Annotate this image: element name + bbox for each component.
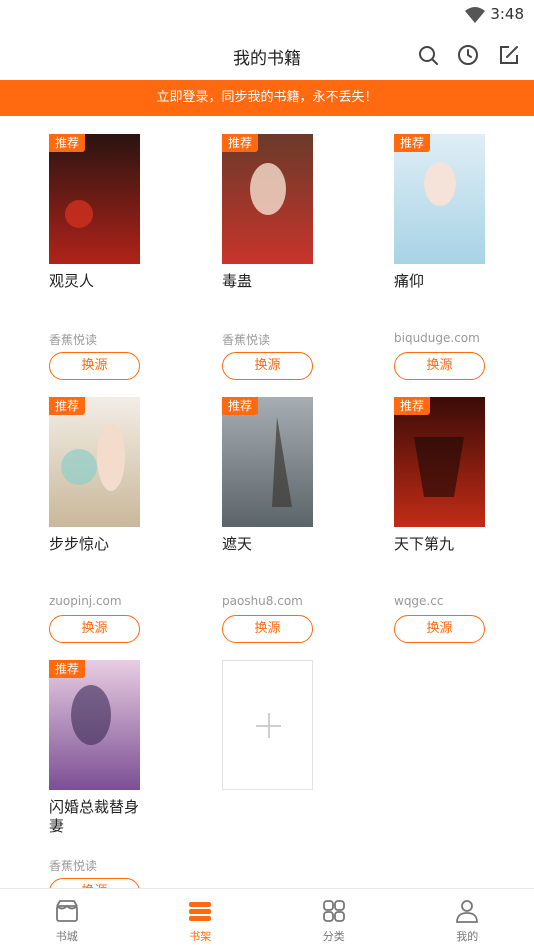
book-cover[interactable]: 推荐 — [222, 397, 313, 527]
swap-source-button[interactable]: 换源 — [49, 352, 140, 380]
recommend-badge: 推荐 — [49, 660, 86, 678]
status-bar: 3:48 — [0, 0, 534, 30]
book-cover[interactable]: 推荐 — [222, 134, 313, 264]
book-cover[interactable]: 推荐 — [394, 397, 485, 527]
add-book-button[interactable] — [222, 660, 313, 790]
book-cover[interactable]: 推荐 — [49, 397, 140, 527]
book-source: wqge.cc — [394, 594, 444, 608]
recommend-badge: 推荐 — [49, 134, 86, 152]
book-title: 观灵人 — [49, 272, 95, 290]
book-cover[interactable]: 推荐 — [394, 134, 485, 264]
recommend-badge: 推荐 — [49, 397, 86, 415]
history-clock-icon[interactable] — [456, 43, 480, 67]
swap-source-button[interactable]: 换源 — [222, 352, 313, 380]
book-source: 香蕉悦读 — [49, 859, 98, 873]
login-sync-banner[interactable]: 立即登录，同步我的书籍，永不丢失！ — [0, 80, 534, 116]
status-time: 3:48 — [490, 5, 524, 23]
recommend-badge: 推荐 — [394, 134, 431, 152]
book-source: 香蕉悦读 — [222, 333, 271, 347]
swap-source-button[interactable]: 换源 — [394, 615, 485, 643]
recommend-badge: 推荐 — [222, 134, 259, 152]
book-title: 天下第九 — [394, 535, 455, 553]
swap-source-button[interactable]: 换源 — [394, 352, 485, 380]
book-title: 步步惊心 — [49, 535, 110, 553]
tab-category[interactable]: 分类 — [267, 889, 401, 949]
bottom-tab-bar: 书城 书架 分类 我的 — [0, 888, 534, 949]
store-icon — [55, 900, 78, 922]
book-source: 香蕉悦读 — [49, 333, 98, 347]
swap-source-button[interactable]: 换源 — [49, 615, 140, 643]
tab-bookshelf[interactable]: 书架 — [134, 889, 268, 949]
category-icon — [322, 900, 345, 922]
tab-label: 书架 — [189, 930, 212, 943]
swap-source-button[interactable]: 换源 — [222, 615, 313, 643]
book-source: biquduge.com — [394, 331, 480, 345]
recommend-badge: 推荐 — [394, 397, 431, 415]
tab-label: 我的 — [456, 930, 479, 943]
wifi-icon — [465, 7, 485, 23]
tab-profile[interactable]: 我的 — [401, 889, 534, 949]
book-cover[interactable]: 推荐 — [49, 134, 140, 264]
bookshelf-icon — [189, 902, 212, 921]
tab-label: 分类 — [322, 930, 345, 943]
book-source: zuopinj.com — [49, 594, 122, 608]
tab-label: 书城 — [55, 930, 78, 943]
recommend-badge: 推荐 — [222, 397, 259, 415]
book-source: paoshu8.com — [222, 594, 303, 608]
page-title: 我的书籍 — [233, 49, 301, 69]
tab-store[interactable]: 书城 — [0, 889, 134, 949]
book-title: 毒蛊 — [222, 272, 253, 290]
profile-icon — [456, 900, 479, 923]
book-title: 遮天 — [222, 535, 253, 553]
book-cover[interactable]: 推荐 — [49, 660, 140, 790]
book-title: 闪婚总裁替身妻 — [49, 798, 140, 835]
bookshelf-grid: 推荐 观灵人 香蕉悦读 换源 推荐 毒蛊 香蕉悦读 换源 推荐 痛仰 biqud… — [0, 116, 534, 906]
search-icon[interactable] — [416, 43, 440, 67]
book-title: 痛仰 — [394, 272, 425, 290]
edit-icon[interactable] — [497, 43, 521, 67]
header: 我的书籍 — [0, 30, 534, 80]
